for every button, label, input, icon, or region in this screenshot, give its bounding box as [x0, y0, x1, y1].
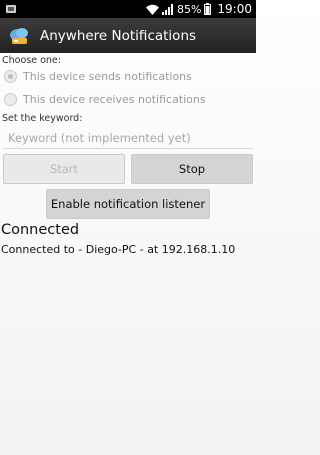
battery-icon: [204, 3, 212, 15]
keyword-label: Set the keyword:: [2, 113, 83, 124]
radio-button-checked[interactable]: [4, 70, 17, 83]
radio-sends[interactable]: This device sends notifications: [4, 70, 192, 83]
status-bar: 85% 19:00: [0, 0, 256, 18]
radio-receives[interactable]: This device receives notifications: [4, 93, 206, 106]
radio-sends-label: This device sends notifications: [23, 70, 192, 83]
signal-icon: [161, 3, 173, 15]
battery-percent: 85%: [176, 2, 202, 16]
radio-receives-label: This device receives notifications: [23, 93, 206, 106]
enable-notification-listener-button[interactable]: Enable notification listener: [46, 189, 210, 219]
connection-status-title: Connected: [1, 222, 80, 238]
action-bar: Anywhere Notifications: [0, 18, 256, 53]
notification-icon: [6, 5, 16, 13]
app-title: Anywhere Notifications: [40, 27, 197, 44]
stop-button[interactable]: Stop: [131, 154, 253, 184]
app-icon[interactable]: [8, 24, 32, 48]
wifi-icon: [145, 4, 159, 15]
start-button[interactable]: Start: [3, 154, 125, 184]
connection-status-detail: Connected to - Diego-PC - at 192.168.1.1…: [1, 243, 236, 256]
status-icons: 85% 19:00: [145, 0, 252, 18]
radio-button-unchecked[interactable]: [4, 93, 17, 106]
choose-one-label: Choose one:: [2, 55, 61, 66]
keyword-input[interactable]: [3, 127, 253, 149]
clock: 19:00: [217, 2, 252, 16]
